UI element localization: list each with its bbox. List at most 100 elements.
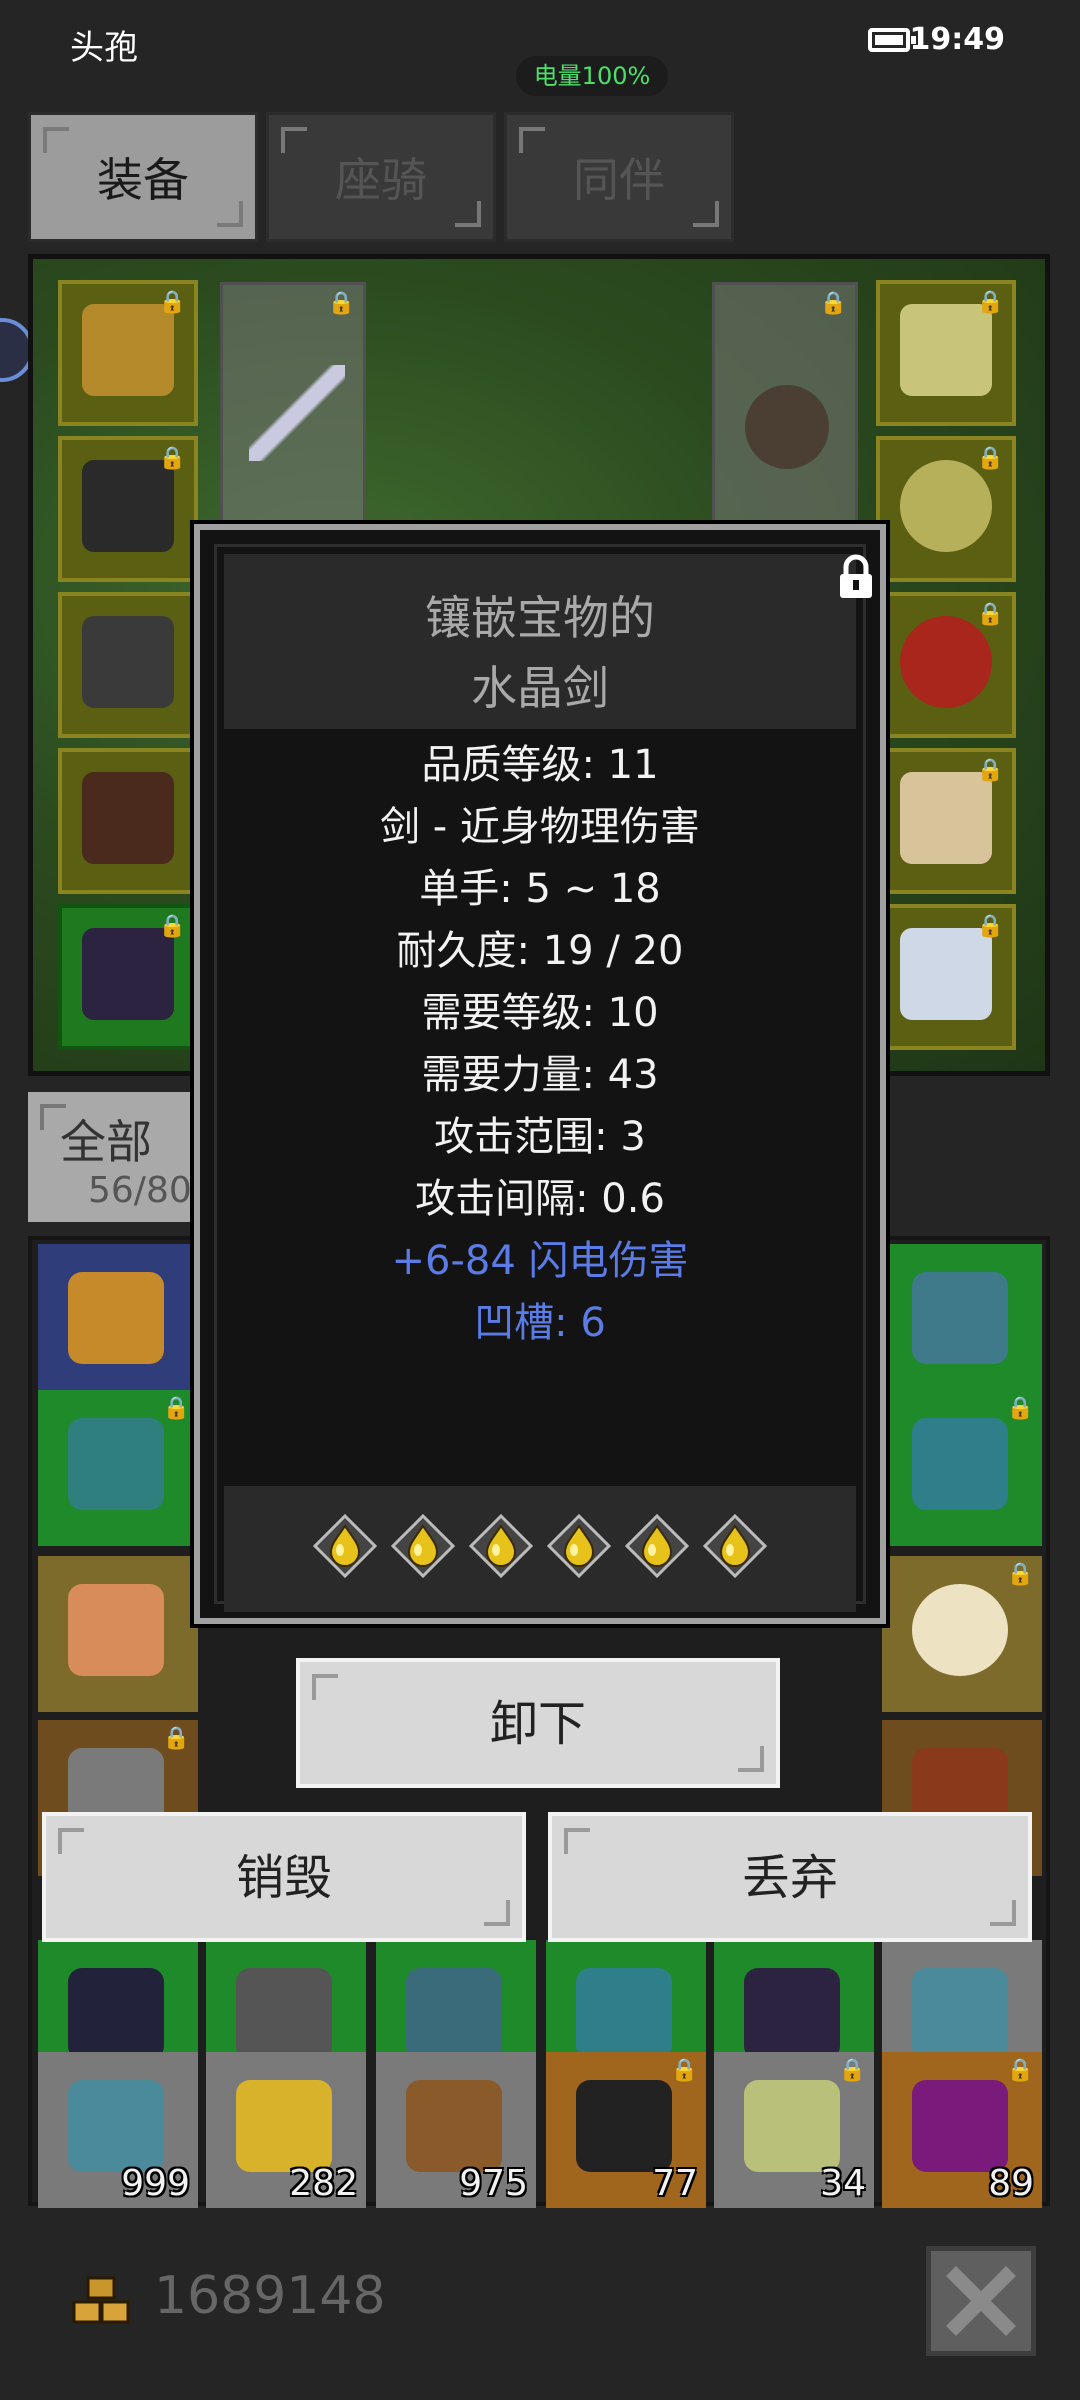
stat-quality: 品质等级: 11 bbox=[421, 742, 659, 788]
gauntlet-icon bbox=[912, 1418, 1008, 1510]
lock-icon: 🔒 bbox=[819, 291, 847, 316]
socket-gem-icon bbox=[469, 1514, 533, 1578]
scroll-icon bbox=[900, 772, 992, 864]
bird-icon bbox=[900, 928, 992, 1020]
gold-coins-icon bbox=[72, 2276, 130, 2324]
equip-slot-boots[interactable] bbox=[58, 748, 198, 894]
socket-gem-icon bbox=[391, 1514, 455, 1578]
green-gem-icon bbox=[744, 2080, 840, 2172]
dark-armor-icon bbox=[68, 1968, 164, 2060]
lock-icon: 🔒 bbox=[327, 291, 355, 316]
inventory-cell[interactable]: 999 bbox=[38, 2052, 198, 2208]
inventory-cell[interactable]: 🔒 89 bbox=[882, 2052, 1042, 2208]
lock-icon: 🔒 bbox=[976, 914, 1004, 939]
bonus-lightning-damage: +6-84 闪电伤害 bbox=[391, 1238, 689, 1284]
tab-mount-label: 座骑 bbox=[335, 153, 427, 207]
inventory-cell[interactable]: 282 bbox=[206, 2052, 366, 2208]
tab-mount[interactable]: 座骑 bbox=[266, 112, 496, 242]
tab-companion-label: 同伴 bbox=[573, 153, 665, 207]
close-button[interactable] bbox=[926, 2246, 1036, 2356]
app-name: 头孢 bbox=[70, 28, 138, 68]
weapon-slot-main[interactable]: 🔒 bbox=[220, 282, 366, 532]
fish-icon bbox=[68, 2080, 164, 2172]
close-icon bbox=[946, 2266, 1016, 2336]
book-icon bbox=[68, 1584, 164, 1676]
inventory-cell[interactable]: 975 bbox=[376, 2052, 536, 2208]
fish-icon bbox=[912, 1968, 1008, 2060]
armor-icon bbox=[82, 460, 174, 552]
purple-gem-icon bbox=[912, 2080, 1008, 2172]
tab-equipment-label: 装备 bbox=[97, 153, 189, 207]
tunic-icon bbox=[68, 1418, 164, 1510]
inventory-cell[interactable] bbox=[38, 1244, 198, 1400]
spiked-shield-icon bbox=[745, 385, 829, 469]
boots-icon bbox=[82, 772, 174, 864]
equip-slot-amulet[interactable]: 🔒 bbox=[876, 280, 1016, 426]
ruby-ring-icon bbox=[900, 616, 992, 708]
equip-slot-helmet[interactable]: 🔒 bbox=[58, 280, 198, 426]
unequip-label: 卸下 bbox=[489, 1696, 586, 1752]
inventory-cell[interactable]: 🔒 34 bbox=[714, 2052, 874, 2208]
gauntlet-icon bbox=[576, 1968, 672, 2060]
equip-slot-gloves[interactable] bbox=[58, 592, 198, 738]
stat-type: 剑 - 近身物理伤害 bbox=[380, 804, 700, 850]
lock-icon: 🔒 bbox=[1006, 2058, 1034, 2083]
item-quantity: 975 bbox=[459, 2163, 528, 2204]
lock-icon: 🔒 bbox=[838, 2058, 866, 2083]
item-quantity: 999 bbox=[121, 2163, 190, 2204]
lock-icon: 🔒 bbox=[162, 1396, 190, 1421]
dark-glove-icon bbox=[744, 1968, 840, 2060]
inventory-cell[interactable] bbox=[38, 1556, 198, 1712]
clock: 19:49 bbox=[909, 22, 1006, 57]
socket-gem-icon bbox=[313, 1514, 377, 1578]
inventory-cell[interactable] bbox=[882, 1244, 1042, 1400]
destroy-button[interactable]: 销毁 bbox=[42, 1812, 526, 1942]
black-gem-icon bbox=[576, 2080, 672, 2172]
lock-icon[interactable] bbox=[836, 554, 876, 600]
stat-required-strength: 需要力量: 43 bbox=[421, 1052, 659, 1098]
tooltip-header: 镶嵌宝物的 水晶剑 bbox=[224, 554, 856, 729]
inventory-cell[interactable]: 🔒 bbox=[38, 1390, 198, 1546]
inventory-cell[interactable]: 🔒 77 bbox=[546, 2052, 706, 2208]
tab-equipment[interactable]: 装备 bbox=[28, 112, 258, 242]
bonus-sockets: 凹槽: 6 bbox=[474, 1300, 606, 1346]
inventory-cell[interactable]: 🔒 bbox=[882, 1390, 1042, 1546]
cheese-icon bbox=[236, 2080, 332, 2172]
equip-slot-ring2[interactable]: 🔒 bbox=[876, 592, 1016, 738]
gloves-icon bbox=[82, 616, 174, 708]
lock-icon: 🔒 bbox=[158, 290, 186, 315]
inventory-cell[interactable]: 🔒 bbox=[882, 1556, 1042, 1712]
amulet-icon bbox=[900, 304, 992, 396]
socket-gem-icon bbox=[547, 1514, 611, 1578]
stat-durability: 耐久度: 19 / 20 bbox=[396, 928, 684, 974]
unequip-button[interactable]: 卸下 bbox=[296, 1658, 780, 1788]
equip-slot-scroll[interactable]: 🔒 bbox=[876, 748, 1016, 894]
item-quantity: 282 bbox=[289, 2163, 358, 2204]
lock-icon: 🔒 bbox=[158, 914, 186, 939]
item-quantity: 89 bbox=[988, 2163, 1034, 2204]
drop-label: 丢弃 bbox=[741, 1850, 838, 1906]
drop-button[interactable]: 丢弃 bbox=[548, 1812, 1032, 1942]
socket-gem-icon bbox=[703, 1514, 767, 1578]
sword-icon bbox=[249, 365, 345, 461]
stat-damage: 单手: 5 ~ 18 bbox=[419, 866, 661, 912]
item-name-prefix: 镶嵌宝物的 bbox=[425, 591, 655, 645]
lock-icon: 🔒 bbox=[158, 446, 186, 471]
equip-slot-belt[interactable]: 🔒 bbox=[58, 904, 198, 1050]
weapon-slot-offhand[interactable]: 🔒 bbox=[712, 282, 858, 532]
socket-bar bbox=[224, 1486, 856, 1612]
lock-icon: 🔒 bbox=[976, 446, 1004, 471]
item-quantity: 34 bbox=[820, 2163, 866, 2204]
lock-icon: 🔒 bbox=[1006, 1562, 1034, 1587]
lock-icon: 🔒 bbox=[162, 1726, 190, 1751]
item-tooltip: 镶嵌宝物的 水晶剑 品质等级: 11 剑 - 近身物理伤害 单手: 5 ~ 18… bbox=[190, 520, 890, 1628]
item-name: 水晶剑 bbox=[471, 661, 609, 715]
lock-icon: 🔒 bbox=[670, 2058, 698, 2083]
fish-icon bbox=[912, 1272, 1008, 1364]
equip-slot-armor[interactable]: 🔒 bbox=[58, 436, 198, 582]
battery-icon bbox=[868, 28, 916, 52]
equip-slot-pet[interactable]: 🔒 bbox=[876, 904, 1016, 1050]
tab-companion[interactable]: 同伴 bbox=[504, 112, 734, 242]
helmet-icon bbox=[82, 304, 174, 396]
equip-slot-ring1[interactable]: 🔒 bbox=[876, 436, 1016, 582]
